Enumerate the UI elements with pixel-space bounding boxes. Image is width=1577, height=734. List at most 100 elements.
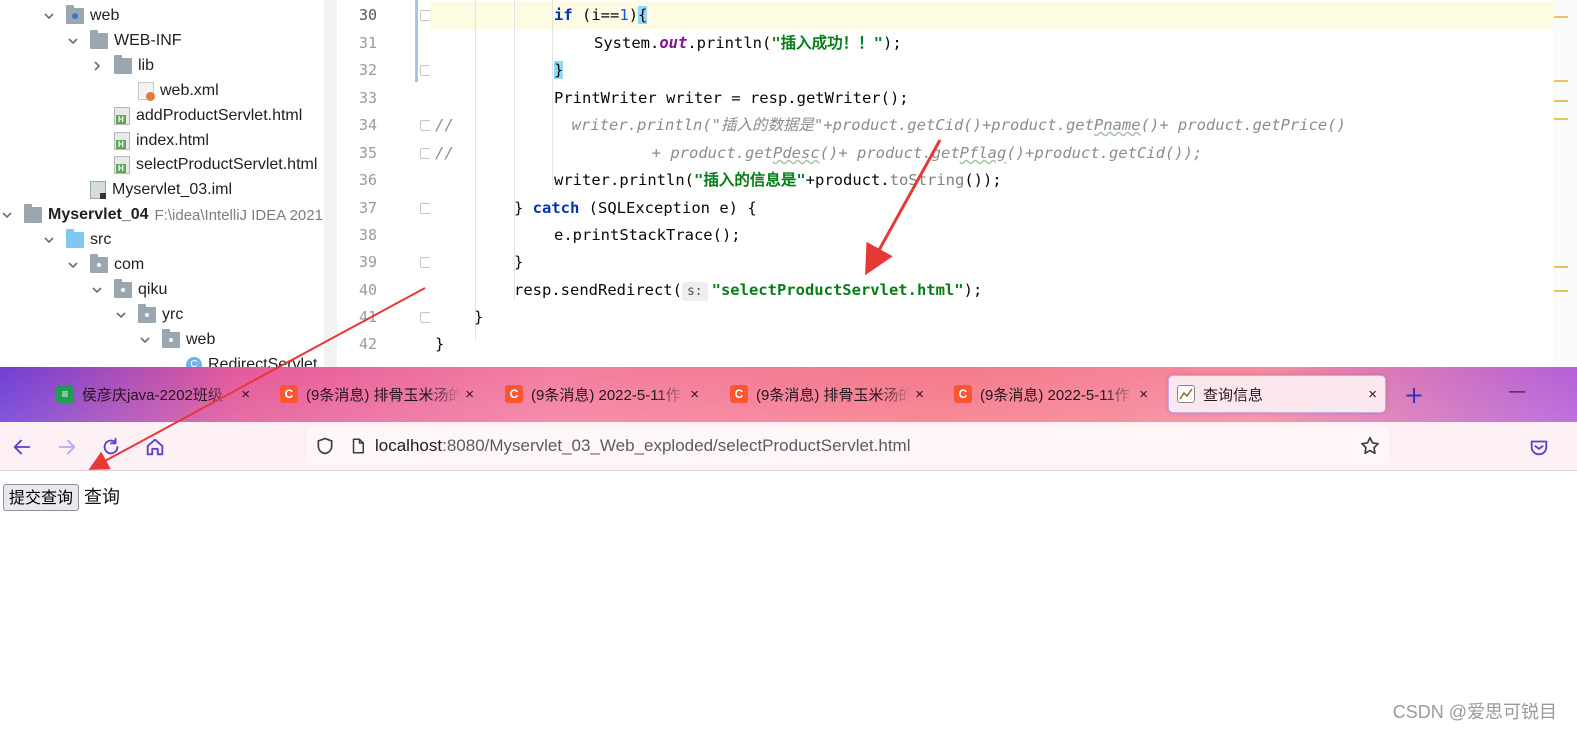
code-line-36[interactable]: writer.println("插入的信息是"+product.toString…: [554, 167, 1002, 194]
indent-guide: [475, 0, 476, 340]
browser-tab[interactable]: C (9条消息) 2022-5-11作 ×: [497, 375, 707, 413]
tree-item[interactable]: lib: [90, 54, 154, 78]
tree-item[interactable]: qiku: [90, 278, 167, 302]
tree-item[interactable]: index.html: [90, 129, 209, 153]
chevron-down-icon[interactable]: [114, 308, 128, 322]
close-tab-icon[interactable]: ×: [465, 386, 474, 403]
tree-item[interactable]: WEB-INF: [66, 29, 182, 53]
code-line-41[interactable]: }: [474, 304, 483, 331]
tree-item[interactable]: yrc: [114, 303, 183, 327]
tab-label: 侯彦庆java-2202班级: [82, 386, 223, 404]
chevron-down-icon[interactable]: [90, 283, 104, 297]
line-number: 41: [358, 308, 377, 326]
tree-item[interactable]: web.xml: [114, 79, 219, 103]
code-line-37[interactable]: } catch (SQLException e) {: [514, 195, 757, 222]
chevron-down-icon[interactable]: [66, 258, 80, 272]
close-tab-icon[interactable]: ×: [241, 386, 250, 403]
code-line-40[interactable]: resp.sendRedirect(s: "selectProductServle…: [514, 277, 982, 304]
browser-tab[interactable]: ≡ 侯彦庆java-2202班级 ×: [48, 375, 258, 413]
new-tab-button[interactable]: +: [1400, 381, 1428, 409]
tree-item[interactable]: src: [42, 228, 111, 252]
code-line-33[interactable]: PrintWriter writer = resp.getWriter();: [554, 85, 909, 112]
tree-item-label: Myservlet_04: [48, 206, 149, 224]
tree-item[interactable]: C RedirectServlet: [162, 353, 317, 367]
tree-item[interactable]: selectProductServlet.html: [90, 153, 317, 177]
page-favicon-icon: [1177, 385, 1195, 403]
tree-item[interactable]: web: [42, 4, 119, 28]
forward-button[interactable]: [54, 434, 80, 460]
line-number: 36: [358, 171, 377, 189]
submit-query-button[interactable]: 提交查询: [3, 484, 80, 511]
package-icon: [90, 254, 108, 273]
chevron-down-icon[interactable]: [138, 333, 152, 347]
tab-label: (9条消息) 排骨玉米汤的: [306, 386, 462, 404]
editor-error-stripe[interactable]: [1553, 0, 1577, 367]
tree-item[interactable]: com: [66, 253, 144, 277]
code-line-31[interactable]: System.out.println("插入成功！！");: [594, 30, 902, 57]
code-line-42[interactable]: }: [435, 331, 444, 358]
pocket-button[interactable]: [1526, 434, 1552, 460]
tree-item-label: com: [114, 256, 145, 273]
package-icon: [162, 328, 180, 348]
close-tab-icon[interactable]: ×: [690, 386, 699, 403]
chevron-down-icon[interactable]: [42, 233, 56, 247]
tree-item[interactable]: addProductServlet.html: [90, 104, 302, 128]
url-text[interactable]: localhost:8080/Myservlet_03_Web_exploded…: [375, 436, 911, 456]
editor-gutter: 30 31 32 33 34 35 36 37 38 39 40 41 42: [337, 0, 431, 367]
code-line-39[interactable]: }: [514, 249, 523, 276]
chevron-down-icon[interactable]: [0, 208, 14, 222]
tree-item[interactable]: Myservlet_03.iml: [66, 178, 232, 202]
line-number: 30: [358, 6, 377, 24]
address-bar[interactable]: localhost:8080/Myservlet_03_Web_exploded…: [307, 428, 1389, 464]
bookmark-star-icon[interactable]: [1359, 435, 1381, 457]
close-tab-icon[interactable]: ×: [1139, 386, 1148, 403]
change-marker: [415, 0, 418, 82]
tree-item-label: RedirectServlet: [208, 355, 318, 367]
line-number: 33: [358, 89, 377, 107]
line-number: 40: [358, 281, 377, 299]
close-tab-icon[interactable]: ×: [1368, 386, 1377, 403]
back-button[interactable]: [9, 434, 35, 460]
browser-tab[interactable]: 查询信息 ×: [1168, 375, 1386, 413]
tree-item-label: qiku: [138, 280, 168, 298]
code-line-34[interactable]: //writer.println("插入的数据是"+product.getCid…: [435, 112, 1346, 139]
browser-tab[interactable]: C (9条消息) 2022-5-11作 ×: [946, 375, 1156, 413]
csdn-favicon-icon: C: [280, 385, 298, 403]
code-line-38[interactable]: e.printStackTrace();: [554, 222, 741, 249]
module-path: F:\idea\IntelliJ IDEA 2021.2: [154, 206, 336, 224]
code-line-32[interactable]: }: [554, 57, 564, 84]
class-icon: C: [186, 356, 202, 367]
chevron-down-icon[interactable]: [42, 9, 56, 23]
home-button[interactable]: [142, 434, 168, 460]
code-line-30[interactable]: if (i==1){: [554, 2, 648, 29]
code-editor[interactable]: if (i==1){ System.out.println("插入成功！！");…: [430, 0, 1560, 367]
code-line-35[interactable]: //+ product.getPdesc()+ product.getPflag…: [435, 140, 1202, 167]
module-folder-icon: [24, 204, 42, 224]
close-tab-icon[interactable]: ×: [915, 386, 924, 403]
parameter-hint: s:: [681, 282, 708, 301]
tree-item[interactable]: web: [138, 328, 215, 352]
html-file-icon: [114, 156, 130, 175]
tree-item[interactable]: Myservlet_04 F:\idea\IntelliJ IDEA 2021.2: [0, 203, 335, 227]
tree-item-label: src: [90, 231, 112, 249]
tree-item-label: addProductServlet.html: [136, 106, 303, 124]
chevron-right-icon[interactable]: [90, 59, 104, 73]
minimize-button[interactable]: —: [1508, 381, 1526, 402]
chevron-down-icon[interactable]: [66, 34, 80, 48]
csdn-favicon-icon: C: [954, 385, 972, 403]
folder-icon: [114, 54, 132, 74]
project-tree-scrollbar[interactable]: [324, 0, 337, 367]
browser-window: ≡ 侯彦庆java-2202班级 × C (9条消息) 排骨玉米汤的 × C (9条消息) 2…: [0, 367, 1577, 734]
line-number: 31: [358, 34, 377, 52]
csdn-favicon-icon: C: [505, 385, 523, 403]
spreadsheet-favicon-icon: ≡: [56, 385, 74, 403]
folder-icon: [90, 29, 108, 49]
reload-button[interactable]: [98, 434, 124, 460]
tree-item-label: web: [90, 7, 120, 24]
browser-tab[interactable]: C (9条消息) 排骨玉米汤的 ×: [722, 375, 932, 413]
browser-tab[interactable]: C (9条消息) 排骨玉米汤的 ×: [272, 375, 482, 413]
xml-file-icon: [138, 81, 155, 101]
